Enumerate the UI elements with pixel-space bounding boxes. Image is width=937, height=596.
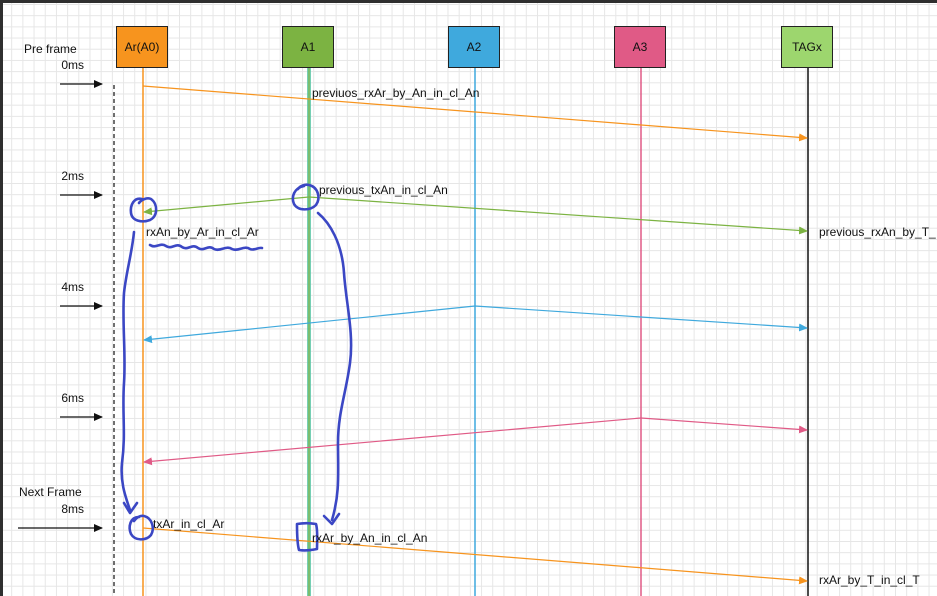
participant-ar-box: Ar(A0) [116, 26, 168, 68]
msg-label-rxar-by-t: rxAr_by_T_in_cl_T [819, 573, 920, 587]
msg-a1-to-tagx [308, 196, 808, 235]
ink-circle-ar-8ms [128, 514, 155, 541]
ink-arrow-ar-down [120, 230, 136, 512]
msg-a3-to-tagx [640, 417, 808, 434]
msg-a3-to-ar [143, 417, 642, 466]
participant-a2-box: A2 [448, 26, 500, 68]
participant-a1-label: A1 [300, 40, 316, 54]
hand-annotations [120, 183, 353, 552]
msg-label-txar: txAr_in_cl_Ar [153, 517, 225, 531]
pre-frame-label: Pre frame [24, 42, 77, 56]
msg-label-previous-rxan-by-t: previous_rxAn_by_T_ [819, 225, 936, 239]
participant-a1-box: A1 [282, 26, 334, 68]
participant-tagx-box: TAGx [781, 26, 833, 68]
participant-tagx-label: TAGx [792, 40, 822, 54]
next-frame-label: Next Frame [19, 485, 82, 499]
sequence-diagram-canvas: Ar(A0) A1 A2 A3 TAGx Pre frame 0ms 2ms 4… [0, 0, 937, 596]
participant-a2-label: A2 [466, 40, 482, 54]
participant-a3-box: A3 [614, 26, 666, 68]
ink-underline-rx [148, 243, 264, 252]
time-2ms-label: 2ms [61, 169, 84, 183]
time-8ms-label: 8ms [61, 502, 84, 516]
time-4ms-label: 4ms [61, 280, 84, 294]
msg-label-previuos-rxar: previuos_rxAr_by_An_in_cl_An [312, 86, 480, 100]
msg-label-rxan-by-ar: rxAn_by_Ar_in_cl_Ar [146, 225, 259, 239]
ink-arrow-a1-down [316, 211, 353, 522]
msg-label-previous-txan: previous_txAn_in_cl_An [319, 183, 448, 197]
msg-a1-to-ar [143, 196, 310, 216]
time-6ms-label: 6ms [61, 391, 84, 405]
participant-a3-label: A3 [632, 40, 648, 54]
time-0ms-label: 0ms [61, 58, 84, 72]
msg-label-rxar-by-an: rxAr_by_An_in_cl_An [312, 531, 428, 545]
participant-ar-label: Ar(A0) [124, 40, 160, 54]
